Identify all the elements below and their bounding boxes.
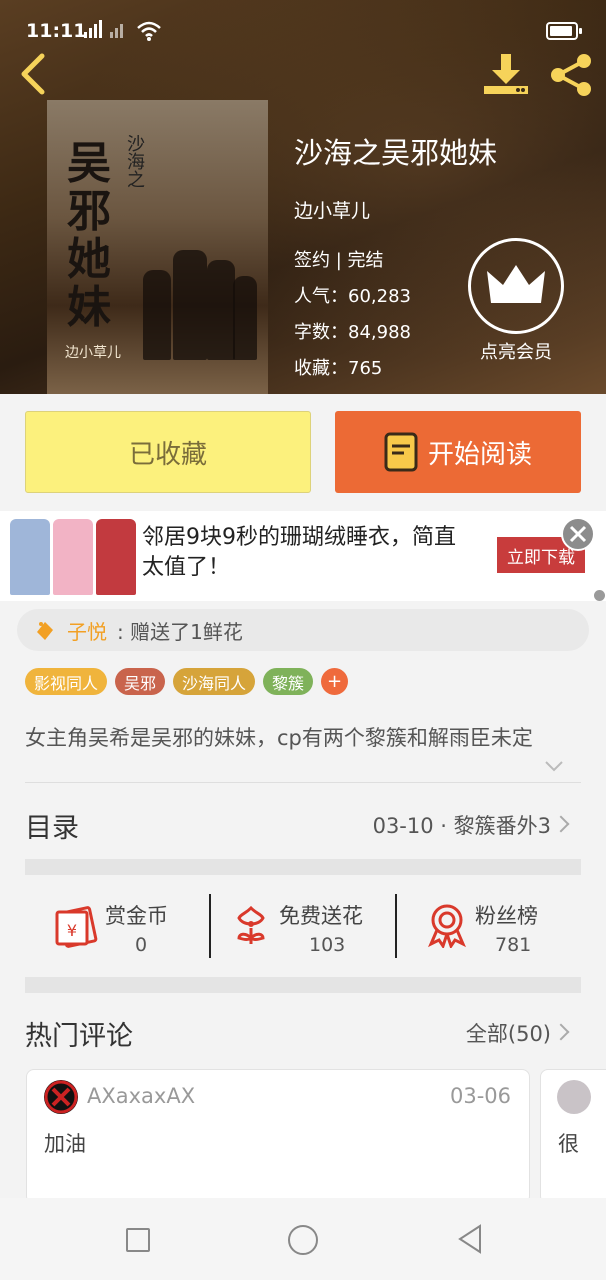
- add-tag-button[interactable]: +: [321, 668, 349, 695]
- gift-user[interactable]: 子悦: [67, 616, 107, 645]
- red-envelope-icon: ¥: [55, 906, 98, 948]
- share-button[interactable]: [548, 52, 596, 98]
- ad-banner[interactable]: 邻居9块9秒的珊瑚绒睡衣，简直太值了！ 立即下载: [0, 511, 606, 601]
- section-separator: [25, 859, 581, 875]
- avatar[interactable]: [44, 1080, 78, 1114]
- comments-header: 热门评论 全部(50): [25, 1010, 581, 1060]
- comments-title: 热门评论: [25, 1021, 133, 1052]
- signal-indicator: [82, 18, 142, 44]
- gift-message: : 赠送了1鲜花: [117, 619, 243, 644]
- fan-rank-label: 粉丝榜: [475, 904, 538, 928]
- tag-item[interactable]: 黎簇: [263, 668, 314, 695]
- table-of-contents-row[interactable]: 目录 03-10 · 黎簇番外3: [25, 800, 581, 850]
- toc-latest-chapter: 03-10 · 黎簇番外3: [372, 814, 551, 838]
- avatar[interactable]: [557, 1080, 591, 1114]
- battery-icon: [546, 22, 582, 40]
- system-nav-bar: [0, 1198, 606, 1280]
- back-button[interactable]: [14, 50, 54, 98]
- close-icon[interactable]: [561, 517, 595, 551]
- cover-author: 边小草儿: [65, 345, 121, 361]
- reward-coins-label: 赏金币: [105, 904, 168, 928]
- section-separator: [25, 977, 581, 993]
- home-icon[interactable]: [288, 1225, 318, 1255]
- svg-text:¥: ¥: [67, 921, 77, 940]
- ad-info-icon: [594, 590, 605, 601]
- comment-text: 很: [558, 1132, 579, 1156]
- book-icon: [384, 432, 418, 472]
- collected-button[interactable]: 已收藏: [25, 411, 311, 493]
- chevron-right-icon: [552, 815, 570, 833]
- reward-coins-button[interactable]: ¥ 赏金币 0: [25, 876, 210, 976]
- tag-list: 影视同人 吴邪 沙海同人 黎簇 +: [25, 668, 349, 695]
- start-reading-label: 开始阅读: [427, 439, 532, 470]
- signal-icon: [84, 20, 123, 38]
- free-flowers-label: 免费送花: [279, 904, 363, 928]
- clap-icon: [37, 622, 53, 640]
- comments-all-link[interactable]: 全部(50): [466, 1018, 551, 1048]
- fan-rank-value: 781: [495, 934, 532, 956]
- toc-title: 目录: [25, 813, 79, 844]
- medal-icon: [428, 904, 466, 948]
- vip-button[interactable]: 点亮会员: [466, 238, 566, 364]
- crown-icon: [468, 238, 564, 334]
- chevron-right-icon: [552, 1023, 570, 1041]
- book-title: 沙海之吴邪她妹: [294, 136, 498, 170]
- free-flowers-value: 103: [309, 934, 346, 956]
- book-header: 11:11 沙海之 吴邪她妹 边小草儿 沙海之吴邪她妹 边小草儿 签约 | 完结…: [0, 0, 606, 394]
- book-author[interactable]: 边小草儿: [294, 196, 497, 223]
- collected-label: 已收藏: [128, 439, 207, 470]
- comment-card[interactable]: AXaxaxAX 03-06 加油: [26, 1069, 530, 1204]
- download-button[interactable]: [482, 52, 530, 98]
- download-icon: [484, 54, 528, 94]
- reward-coins-value: 0: [135, 934, 148, 956]
- cover-title: 吴邪她妹: [67, 138, 111, 333]
- flower-icon: [237, 905, 265, 944]
- tag-item[interactable]: 沙海同人: [173, 668, 256, 695]
- stats-row: ¥ 赏金币 0 免费送花 103 粉丝榜 781: [25, 876, 581, 976]
- gift-banner: 子悦 : 赠送了1鲜花: [17, 609, 589, 651]
- recent-apps-icon[interactable]: [126, 1228, 150, 1252]
- ad-text: 邻居9块9秒的珊瑚绒睡衣，简直太值了！: [142, 525, 456, 580]
- share-icon: [551, 54, 591, 96]
- chevron-down-icon[interactable]: [544, 758, 564, 772]
- comment-date: 03-06: [449, 1084, 511, 1108]
- vip-label: 点亮会员: [480, 342, 552, 363]
- wifi-icon: [137, 21, 161, 41]
- book-description: 女主角吴希是吴邪的妹妹，cp有两个黎簇和解雨臣未定: [25, 726, 533, 750]
- back-arrow-icon: [21, 53, 45, 95]
- back-triangle-icon[interactable]: [456, 1224, 484, 1254]
- comment-user[interactable]: AXaxaxAX: [87, 1084, 195, 1108]
- fan-rank-button[interactable]: 粉丝榜 781: [397, 876, 582, 976]
- start-reading-button[interactable]: 开始阅读: [335, 411, 581, 493]
- ad-image: [10, 519, 136, 595]
- comment-text: 加油: [44, 1132, 86, 1156]
- divider: [25, 782, 581, 783]
- comment-card[interactable]: 很: [540, 1069, 606, 1204]
- free-flowers-button[interactable]: 免费送花 103: [211, 876, 396, 976]
- status-time: 11:11: [26, 20, 87, 42]
- book-cover[interactable]: 沙海之 吴邪她妹 边小草儿: [47, 100, 268, 394]
- tag-item[interactable]: 影视同人: [25, 668, 108, 695]
- tag-item[interactable]: 吴邪: [115, 668, 166, 695]
